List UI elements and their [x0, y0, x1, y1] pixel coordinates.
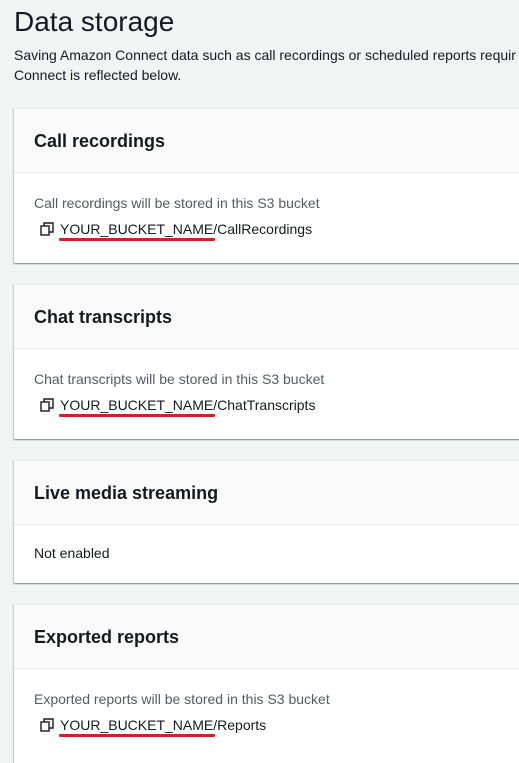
path-text: YOUR_BUCKET_NAME/Reports	[60, 715, 266, 735]
card-header: Exported reports	[14, 605, 519, 669]
path-text: YOUR_BUCKET_NAME/CallRecordings	[60, 219, 312, 239]
call-recordings-card: Call recordings Call recordings will be …	[14, 108, 519, 263]
path-suffix: /Reports	[213, 717, 267, 733]
page-description-line-1: Saving Amazon Connect data such as call …	[14, 47, 516, 63]
chat-transcripts-description: Chat transcripts will be stored in this …	[34, 371, 325, 387]
card-body: Call recordings will be stored in this S…	[14, 173, 519, 239]
chat-transcripts-path: YOUR_BUCKET_NAME/ChatTranscripts	[34, 395, 514, 415]
path-suffix: /ChatTranscripts	[213, 397, 316, 413]
card-header: Chat transcripts	[14, 285, 519, 349]
bucket-name: YOUR_BUCKET_NAME	[60, 221, 214, 237]
bucket-name: YOUR_BUCKET_NAME	[60, 717, 214, 733]
path-suffix: /CallRecordings	[213, 221, 313, 237]
data-storage-page: Data storage Saving Amazon Connect data …	[0, 0, 519, 763]
exported-reports-path: YOUR_BUCKET_NAME/Reports	[34, 715, 514, 735]
chat-transcripts-title: Chat transcripts	[34, 306, 173, 327]
card-body: Exported reports will be stored in this …	[14, 669, 519, 735]
exported-reports-card: Exported reports Exported reports will b…	[14, 604, 519, 763]
call-recordings-title: Call recordings	[34, 130, 166, 151]
path-text: YOUR_BUCKET_NAME/ChatTranscripts	[60, 395, 315, 415]
page-description-line-2: Connect is reflected below.	[14, 67, 182, 83]
live-media-streaming-card: Live media streaming Not enabled	[14, 460, 519, 583]
page-title: Data storage	[14, 6, 175, 37]
card-header: Call recordings	[14, 109, 519, 173]
live-media-status: Not enabled	[34, 545, 110, 561]
live-media-streaming-title: Live media streaming	[34, 482, 219, 503]
bucket-name: YOUR_BUCKET_NAME	[60, 397, 214, 413]
page-description: Saving Amazon Connect data such as call …	[14, 45, 519, 85]
exported-reports-title: Exported reports	[34, 626, 180, 647]
exported-reports-description: Exported reports will be stored in this …	[34, 691, 330, 707]
call-recordings-path: YOUR_BUCKET_NAME/CallRecordings	[34, 219, 514, 239]
chat-transcripts-card: Chat transcripts Chat transcripts will b…	[14, 284, 519, 439]
card-header: Live media streaming	[14, 461, 519, 525]
card-body: Chat transcripts will be stored in this …	[14, 349, 519, 415]
copy-icon[interactable]	[40, 718, 54, 732]
copy-icon[interactable]	[40, 398, 54, 412]
card-body: Not enabled	[14, 525, 519, 563]
call-recordings-description: Call recordings will be stored in this S…	[34, 195, 320, 211]
copy-icon[interactable]	[40, 222, 54, 236]
